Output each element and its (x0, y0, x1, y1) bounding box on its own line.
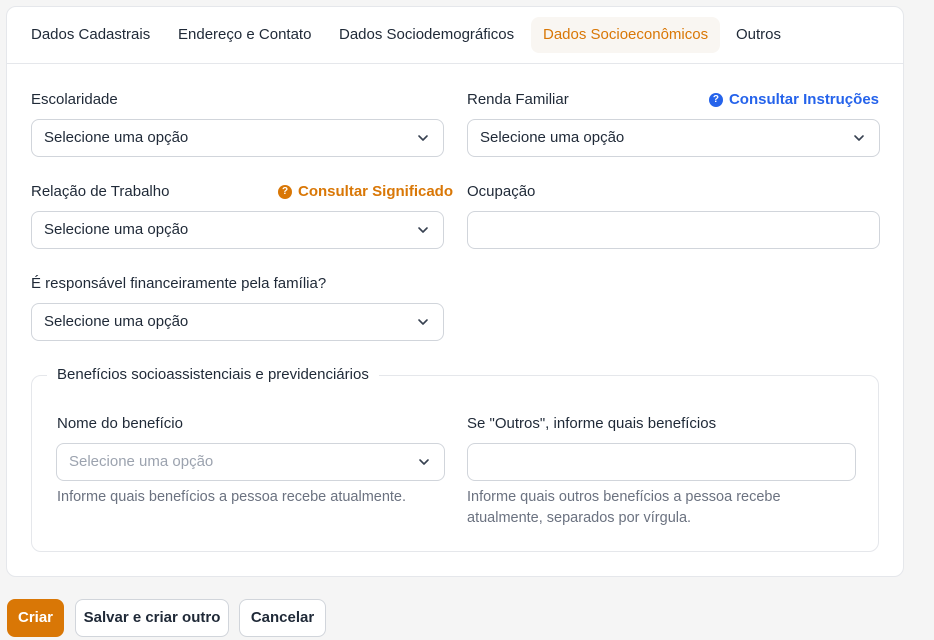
nome-beneficio-select[interactable]: Selecione uma opção (56, 443, 445, 481)
nome-beneficio-label: Nome do benefício (57, 415, 183, 432)
beneficios-legend: Benefícios socioassistenciais e previden… (47, 366, 379, 383)
renda-label: Renda Familiar (467, 91, 569, 108)
relacao-select[interactable]: Selecione uma opção (31, 211, 444, 249)
escolaridade-label: Escolaridade (31, 91, 118, 108)
consultar-instrucoes-text: Consultar Instruções (728, 91, 879, 108)
nome-beneficio-help: Informe quais benefícios a pessoa recebe… (57, 489, 407, 505)
chevron-down-icon (419, 459, 429, 465)
ocupacao-label: Ocupação (467, 183, 536, 200)
chevron-down-icon (854, 135, 864, 141)
escolaridade-value: Selecione uma opção (44, 129, 189, 146)
consultar-significado-link[interactable]: ? Consultar Significado (278, 183, 453, 200)
relacao-value: Selecione uma opção (44, 221, 189, 238)
responsavel-value: Selecione uma opção (44, 313, 189, 330)
cancel-button[interactable]: Cancelar (239, 599, 326, 637)
responsavel-select[interactable]: Selecione uma opção (31, 303, 444, 341)
create-button[interactable]: Criar (7, 599, 64, 637)
tab-bar: Dados Cadastrais Endereço e Contato Dado… (7, 7, 903, 64)
escolaridade-select[interactable]: Selecione uma opção (31, 119, 444, 157)
renda-select[interactable]: Selecione uma opção (467, 119, 880, 157)
ocupacao-input[interactable] (467, 211, 880, 249)
chevron-down-icon (418, 135, 428, 141)
question-circle-icon: ? (278, 184, 292, 199)
outros-beneficios-label: Se "Outros", informe quais benefícios (467, 415, 717, 432)
nome-beneficio-placeholder: Selecione uma opção (69, 453, 214, 470)
chevron-down-icon (418, 227, 428, 233)
consultar-instrucoes-link[interactable]: ? Consultar Instruções (708, 91, 879, 108)
beneficios-fieldset: Benefícios socioassistenciais e previden… (31, 366, 879, 552)
tab-dados-cadastrais[interactable]: Dados Cadastrais (19, 17, 162, 53)
save-and-create-another-button[interactable]: Salvar e criar outro (75, 599, 229, 637)
outros-beneficios-help: Informe quais outros benefícios a pessoa… (467, 489, 781, 526)
responsavel-label: É responsável financeiramente pela famíl… (31, 275, 327, 292)
outros-beneficios-input[interactable] (467, 443, 856, 481)
chevron-down-icon (418, 319, 428, 325)
relacao-label: Relação de Trabalho (31, 183, 170, 200)
question-circle-icon: ? (708, 92, 723, 107)
renda-value: Selecione uma opção (480, 129, 625, 146)
tab-outros[interactable]: Outros (724, 17, 793, 53)
form-card: Dados Cadastrais Endereço e Contato Dado… (6, 6, 904, 577)
tab-dados-socioeconomicos[interactable]: Dados Socioeconômicos (531, 17, 721, 53)
consultar-significado-text: Consultar Significado (298, 183, 454, 200)
tab-endereco-contato[interactable]: Endereço e Contato (166, 17, 323, 53)
tab-dados-sociodemograficos[interactable]: Dados Sociodemográficos (327, 17, 526, 53)
